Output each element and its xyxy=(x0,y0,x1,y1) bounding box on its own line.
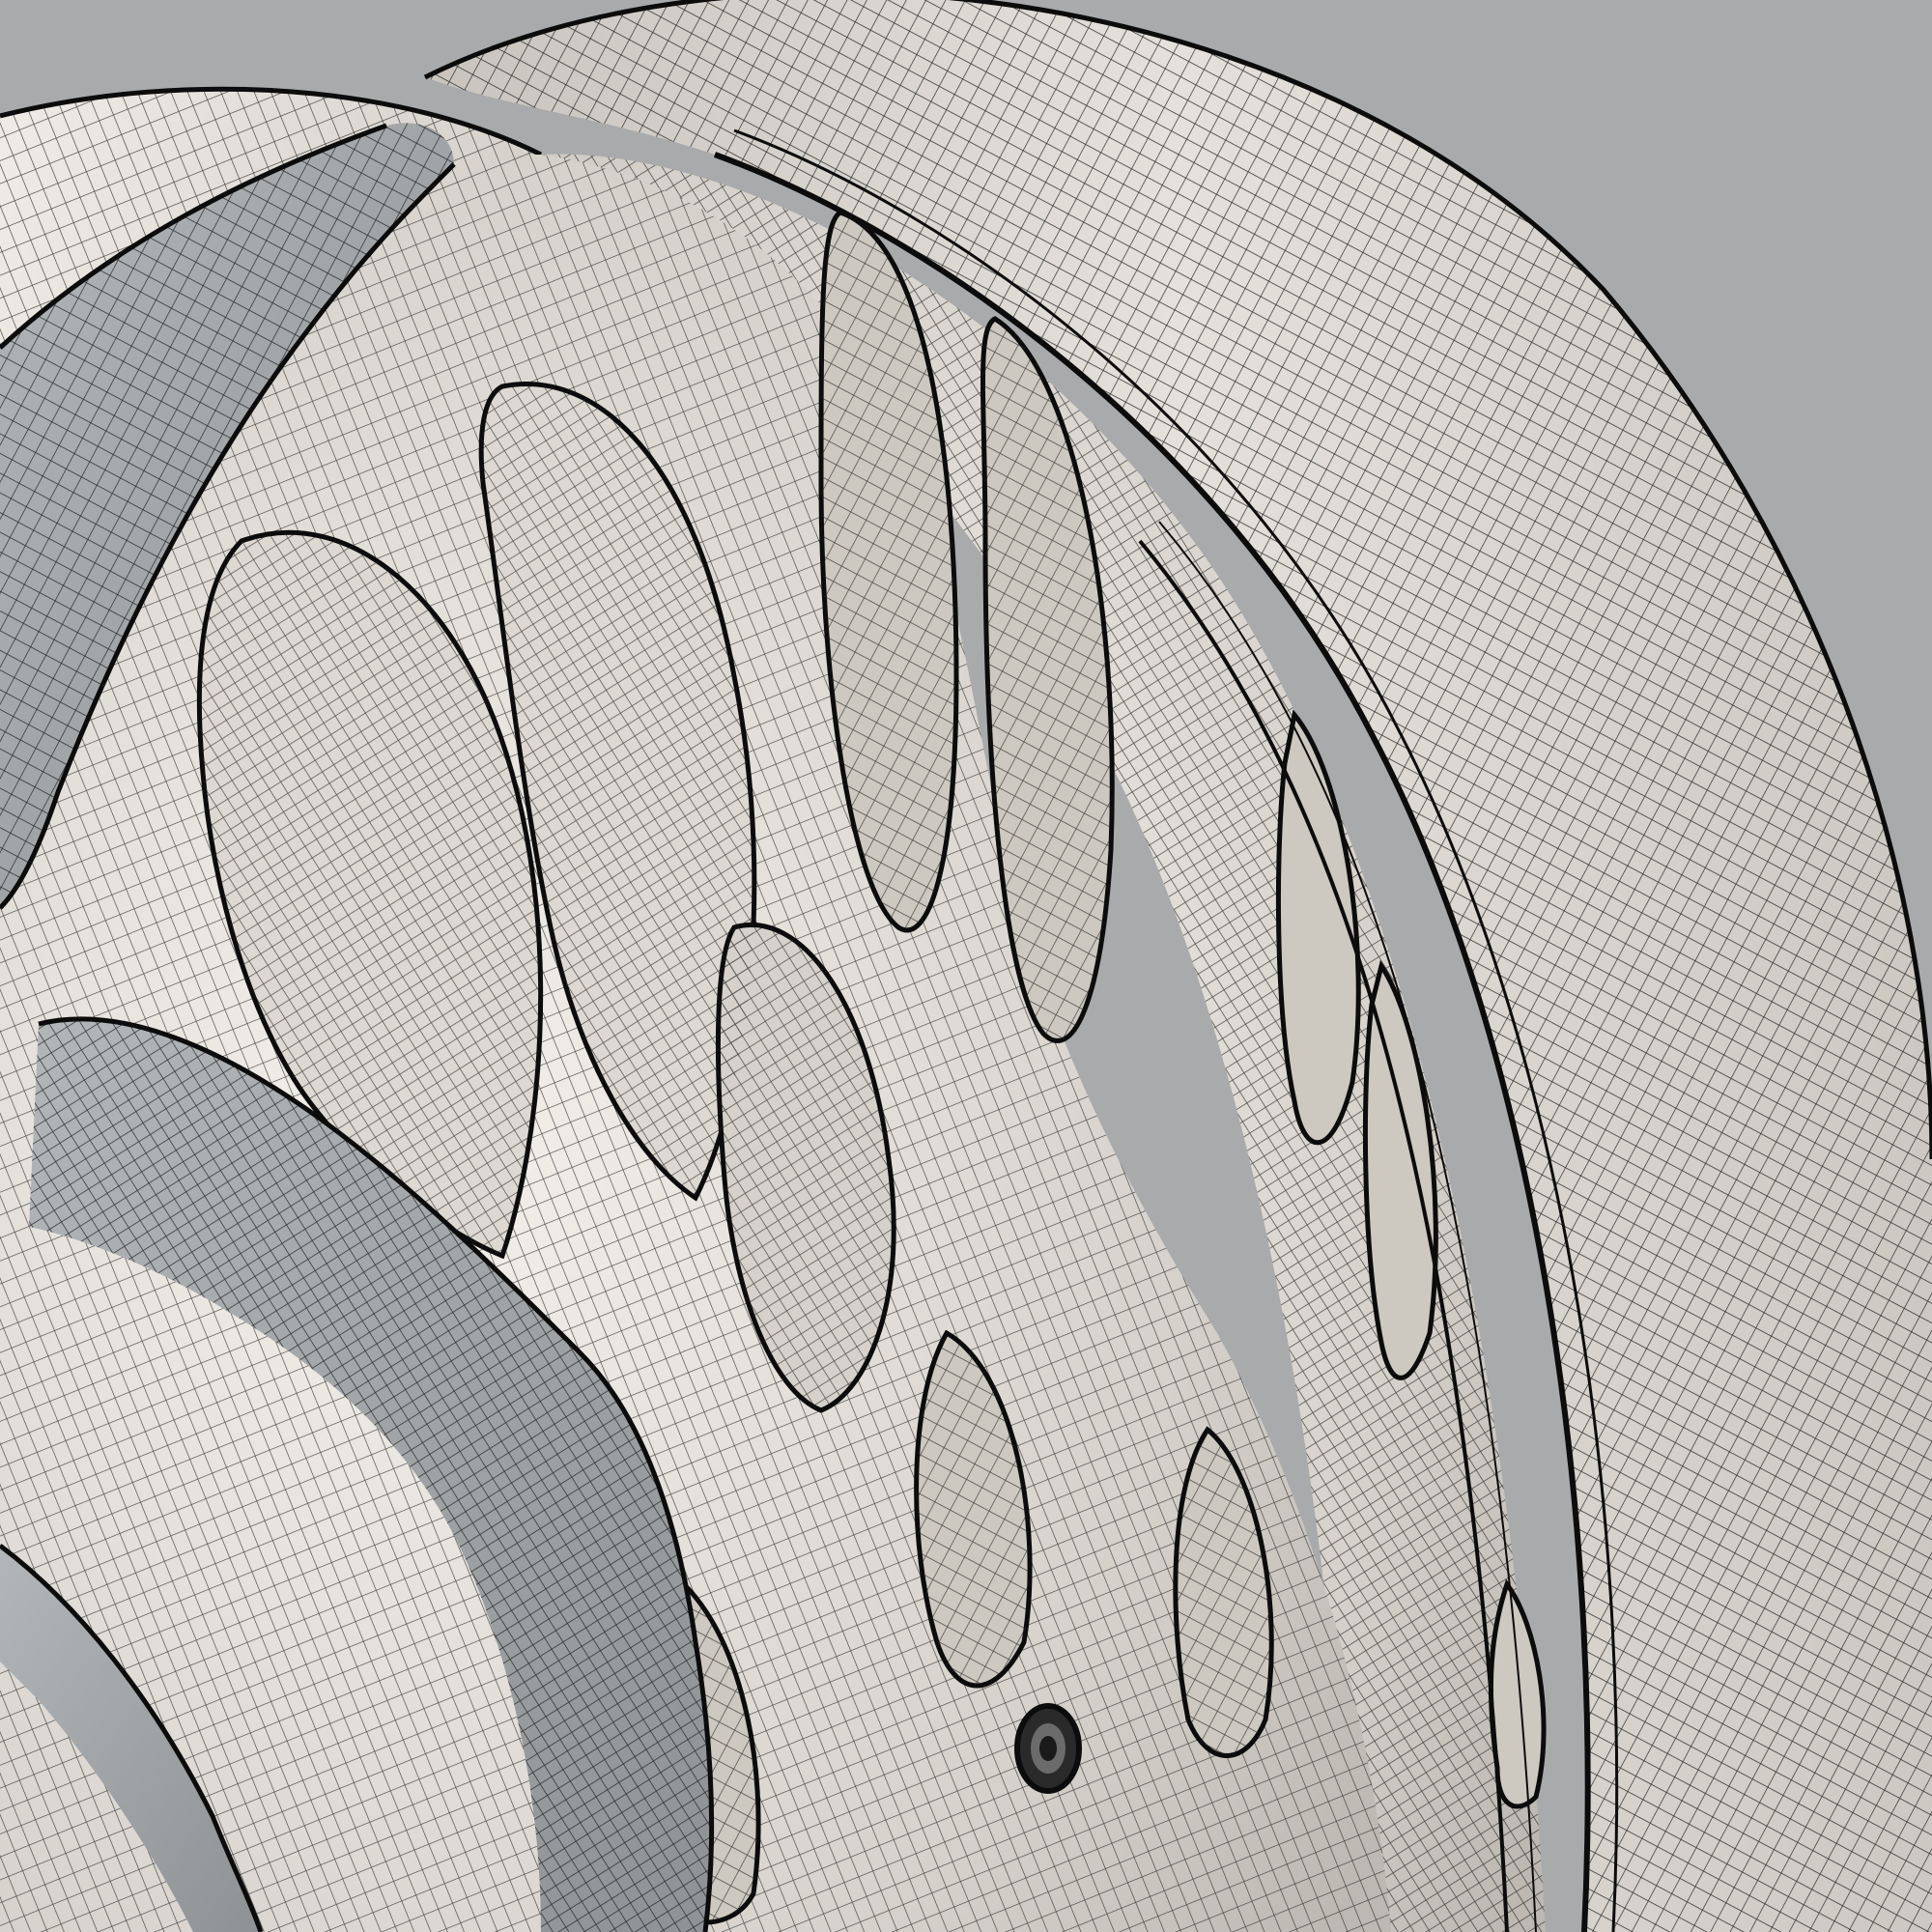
lug-hole xyxy=(1014,1703,1082,1794)
wheel-wireframe-render xyxy=(0,0,1932,1932)
render-viewport xyxy=(0,0,1932,1932)
